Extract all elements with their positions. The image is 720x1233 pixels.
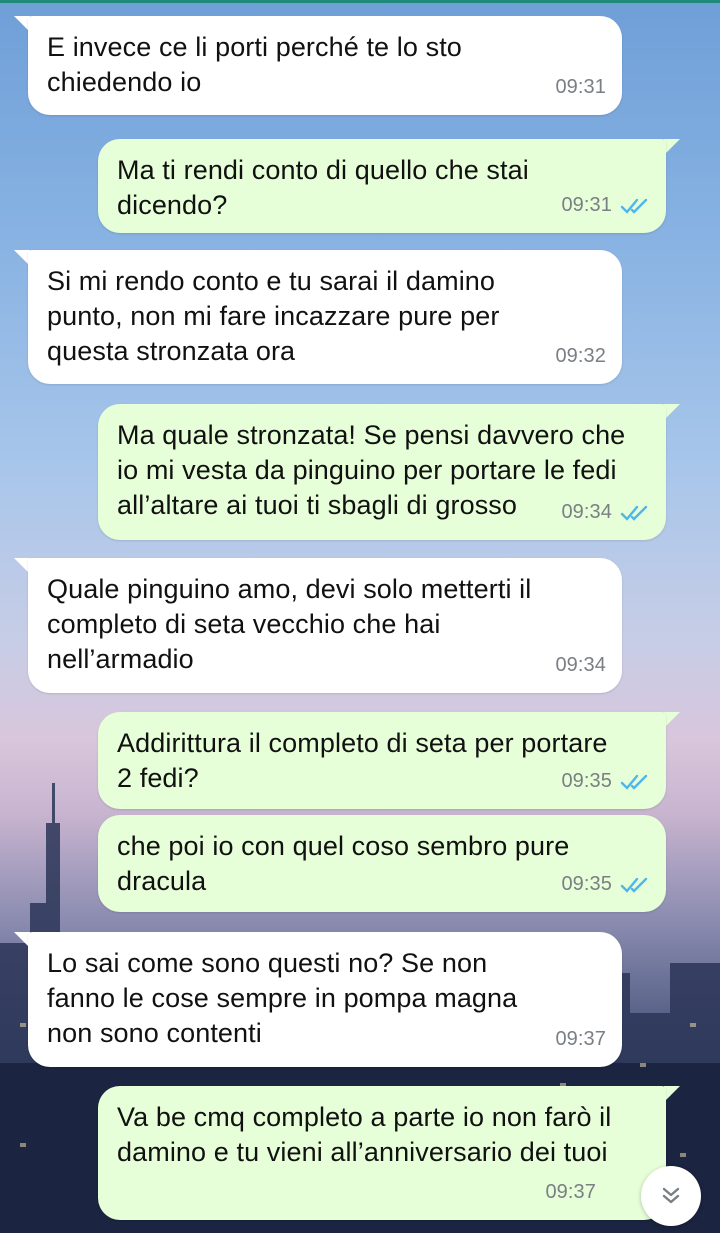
message-time: 09:37 — [545, 1181, 596, 1203]
incoming-message[interactable]: Quale pinguino amo, devi solo metterti i… — [28, 558, 622, 693]
message-text: Quale pinguino amo, devi solo metterti i… — [47, 574, 532, 674]
double-check-icon — [620, 877, 648, 893]
outgoing-bubble-tail — [664, 139, 680, 155]
message-time: 09:37 — [555, 1028, 606, 1050]
message-text: Lo sai come sono questi no? Se non fanno… — [47, 948, 518, 1048]
outgoing-bubble-tail — [664, 404, 680, 420]
scroll-to-bottom-button[interactable] — [641, 1166, 701, 1226]
outgoing-bubble-tail — [664, 1086, 680, 1102]
message-meta: 09:37 — [555, 1022, 606, 1057]
outgoing-message[interactable]: Ma ti rendi conto di quello che stai dic… — [98, 139, 666, 233]
double-check-icon — [620, 198, 648, 214]
incoming-message[interactable]: Si mi rendo conto e tu sarai il damino p… — [28, 250, 622, 384]
message-meta: 09:35 — [561, 764, 650, 799]
message-meta: 09:37 — [545, 1175, 596, 1210]
message-meta: 09:32 — [555, 339, 606, 374]
message-meta: 09:31 — [561, 188, 650, 223]
message-time: 09:35 — [561, 873, 612, 895]
message-text: E invece ce li porti perché te lo sto ch… — [47, 32, 462, 97]
incoming-message[interactable]: E invece ce li porti perché te lo sto ch… — [28, 16, 622, 115]
outgoing-message[interactable]: Addirittura il completo di seta per port… — [98, 712, 666, 809]
outgoing-message[interactable]: Ma quale stronzata! Se pensi davvero che… — [98, 404, 666, 540]
outgoing-message[interactable]: che poi io con quel coso sembro pure dra… — [98, 815, 666, 912]
incoming-message[interactable]: Lo sai come sono questi no? Se non fanno… — [28, 932, 622, 1067]
outgoing-message[interactable]: Va be cmq completo a parte io non farò i… — [98, 1086, 666, 1220]
message-text: Si mi rendo conto e tu sarai il damino p… — [47, 266, 500, 366]
message-meta: 09:34 — [561, 495, 650, 530]
message-time: 09:34 — [555, 654, 606, 676]
double-check-icon — [620, 505, 648, 521]
message-text: Va be cmq completo a parte io non farò i… — [117, 1102, 612, 1167]
message-meta: 09:31 — [555, 70, 606, 105]
outgoing-bubble-tail — [664, 712, 680, 728]
message-time: 09:32 — [555, 345, 606, 367]
message-time: 09:31 — [555, 76, 606, 98]
double-check-icon — [620, 774, 648, 790]
message-time: 09:31 — [561, 194, 612, 216]
message-meta: 09:34 — [555, 648, 606, 683]
chat-thread: E invece ce li porti perché te lo sto ch… — [0, 0, 720, 1233]
message-time: 09:35 — [561, 770, 612, 792]
chevron-double-down-icon — [662, 1187, 680, 1204]
message-time: 09:34 — [561, 501, 612, 523]
message-meta: 09:35 — [561, 867, 650, 902]
